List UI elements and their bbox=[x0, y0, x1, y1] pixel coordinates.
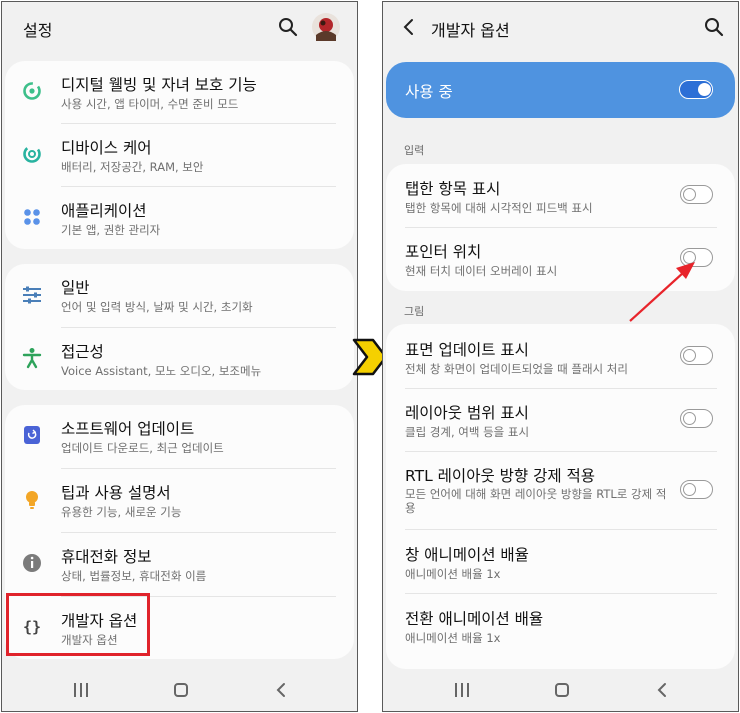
back-icon[interactable] bbox=[274, 681, 288, 699]
item-title: 탭한 항목 표시 bbox=[405, 180, 501, 198]
item-subtitle: 언어 및 입력 방식, 날짜 및 시간, 초기화 bbox=[61, 300, 253, 314]
item-title: 디지털 웰빙 및 자녀 보호 기능 bbox=[61, 76, 257, 94]
setting-transition-animation-scale[interactable]: 전환 애니메이션 배율 애니메이션 배율 1x bbox=[386, 594, 735, 657]
item-title: 팁과 사용 설명서 bbox=[61, 484, 171, 502]
setting-force-rtl[interactable]: RTL 레이아웃 방향 강제 적용 모든 언어에 대해 화면 레이아웃 방향을 … bbox=[386, 452, 735, 528]
settings-item-digital-wellbeing[interactable]: 디지털 웰빙 및 자녀 보호 기능 사용 시간, 앱 타이머, 수면 준비 모드 bbox=[5, 61, 354, 123]
item-subtitle: 기본 앱, 권한 관리자 bbox=[61, 223, 161, 237]
item-title: RTL 레이아웃 방향 강제 적용 bbox=[405, 467, 596, 485]
accessibility-icon bbox=[22, 348, 42, 369]
item-subtitle: 사용 시간, 앱 타이머, 수면 준비 모드 bbox=[61, 97, 239, 111]
settings-group-2: 일반 언어 및 입력 방식, 날짜 및 시간, 초기화 접근성 Voice As… bbox=[5, 264, 354, 390]
item-subtitle: 전체 창 화면이 업데이트되었을 때 플래시 처리 bbox=[405, 362, 628, 376]
item-title: 포인터 위치 bbox=[405, 243, 482, 261]
item-subtitle: 배터리, 저장공간, RAM, 보안 bbox=[61, 160, 204, 174]
back-arrow-icon[interactable] bbox=[402, 18, 416, 36]
item-subtitle: 상태, 법률정보, 휴대전화 이름 bbox=[61, 569, 207, 583]
navigation-bar bbox=[383, 671, 738, 711]
recent-apps-icon[interactable] bbox=[74, 683, 88, 697]
input-section-card: 탭한 항목 표시 탭한 항목에 대해 시각적인 피드백 표시 포인터 위치 현재… bbox=[386, 164, 735, 291]
item-subtitle: 업데이트 다운로드, 최근 업데이트 bbox=[61, 441, 224, 455]
search-icon[interactable] bbox=[278, 17, 298, 37]
home-icon[interactable] bbox=[174, 683, 188, 697]
profile-avatar[interactable] bbox=[312, 13, 340, 41]
item-title: 표면 업데이트 표시 bbox=[405, 341, 529, 359]
developer-options-highlight bbox=[6, 593, 150, 656]
settings-header: 설정 bbox=[2, 2, 357, 52]
item-title: 휴대전화 정보 bbox=[61, 548, 152, 566]
item-title: 전환 애니메이션 배율 bbox=[405, 610, 544, 628]
software-update-icon bbox=[24, 426, 40, 444]
settings-item-device-care[interactable]: 디바이스 케어 배터리, 저장공간, RAM, 보안 bbox=[5, 124, 354, 186]
show-taps-toggle[interactable] bbox=[680, 185, 713, 204]
page-title: 개발자 옵션 bbox=[431, 21, 510, 40]
item-subtitle: 애니메이션 배율 1x bbox=[405, 567, 501, 581]
developer-options-master-switch[interactable]: 사용 중 bbox=[386, 62, 735, 118]
item-title: 디바이스 케어 bbox=[61, 139, 152, 157]
settings-item-apps[interactable]: 애플리케이션 기본 앱, 권한 관리자 bbox=[5, 187, 354, 249]
apps-icon bbox=[24, 209, 40, 225]
info-icon bbox=[23, 554, 41, 572]
item-title: 레이아웃 범위 표시 bbox=[405, 404, 529, 422]
item-subtitle: 현재 터치 데이터 오버레이 표시 bbox=[405, 264, 558, 278]
item-title: 소프트웨어 업데이트 bbox=[61, 420, 195, 438]
digital-wellbeing-icon bbox=[23, 82, 41, 100]
setting-window-animation-scale[interactable]: 창 애니메이션 배율 애니메이션 배율 1x bbox=[386, 530, 735, 593]
settings-item-tips[interactable]: 팁과 사용 설명서 유용한 기능, 새로운 기능 bbox=[5, 469, 354, 531]
item-title: 일반 bbox=[61, 279, 90, 297]
section-label-drawing: 그림 bbox=[404, 305, 425, 318]
force-rtl-toggle[interactable] bbox=[680, 480, 713, 499]
master-toggle[interactable] bbox=[679, 80, 713, 99]
setting-show-layout-bounds[interactable]: 레이아웃 범위 표시 클립 경계, 여백 등을 표시 bbox=[386, 389, 735, 452]
item-title: 창 애니메이션 배율 bbox=[405, 546, 529, 564]
item-subtitle: 탭한 항목에 대해 시각적인 피드백 표시 bbox=[405, 201, 593, 215]
settings-item-accessibility[interactable]: 접근성 Voice Assistant, 모노 오디오, 보조메뉴 bbox=[5, 328, 354, 390]
settings-item-general[interactable]: 일반 언어 및 입력 방식, 날짜 및 시간, 초기화 bbox=[5, 264, 354, 326]
drawing-section-card: 표면 업데이트 표시 전체 창 화면이 업데이트되었을 때 플래시 처리 레이아… bbox=[386, 324, 735, 669]
master-switch-label: 사용 중 bbox=[405, 83, 453, 101]
home-icon[interactable] bbox=[555, 683, 569, 697]
device-care-icon bbox=[23, 145, 41, 163]
item-subtitle: 유용한 기능, 새로운 기능 bbox=[61, 505, 182, 519]
surface-updates-toggle[interactable] bbox=[680, 346, 713, 365]
item-subtitle: 애니메이션 배율 1x bbox=[405, 631, 501, 645]
developer-options-screen: 개발자 옵션 사용 중 입력 탭한 항목 표시 탭한 항목에 대해 시각적인 피… bbox=[382, 1, 739, 712]
developer-options-header: 개발자 옵션 bbox=[383, 2, 738, 52]
settings-item-software-update[interactable]: 소프트웨어 업데이트 업데이트 다운로드, 최근 업데이트 bbox=[5, 405, 354, 467]
item-title: 접근성 bbox=[61, 343, 104, 361]
item-subtitle: 모든 언어에 대해 화면 레이아웃 방향을 RTL로 강제 적용 bbox=[405, 487, 667, 515]
section-label-input: 입력 bbox=[404, 144, 425, 157]
item-subtitle: Voice Assistant, 모노 오디오, 보조메뉴 bbox=[61, 364, 262, 378]
sliders-icon bbox=[23, 286, 41, 304]
page-title: 설정 bbox=[23, 21, 53, 40]
setting-pointer-location[interactable]: 포인터 위치 현재 터치 데이터 오버레이 표시 bbox=[386, 228, 735, 291]
pointer-location-toggle[interactable] bbox=[680, 248, 713, 267]
item-subtitle: 클립 경계, 여백 등을 표시 bbox=[405, 425, 530, 439]
setting-show-taps[interactable]: 탭한 항목 표시 탭한 항목에 대해 시각적인 피드백 표시 bbox=[386, 164, 735, 227]
layout-bounds-toggle[interactable] bbox=[680, 409, 713, 428]
recent-apps-icon[interactable] bbox=[455, 683, 469, 697]
item-title: 애플리케이션 bbox=[61, 202, 147, 220]
search-icon[interactable] bbox=[704, 17, 724, 37]
settings-item-phone-info[interactable]: 휴대전화 정보 상태, 법률정보, 휴대전화 이름 bbox=[5, 533, 354, 595]
navigation-bar bbox=[2, 671, 357, 711]
back-icon[interactable] bbox=[655, 681, 669, 699]
settings-group-1: 디지털 웰빙 및 자녀 보호 기능 사용 시간, 앱 타이머, 수면 준비 모드… bbox=[5, 61, 354, 249]
setting-show-surface-updates[interactable]: 표면 업데이트 표시 전체 창 화면이 업데이트되었을 때 플래시 처리 bbox=[386, 324, 735, 387]
lightbulb-icon bbox=[26, 491, 38, 509]
